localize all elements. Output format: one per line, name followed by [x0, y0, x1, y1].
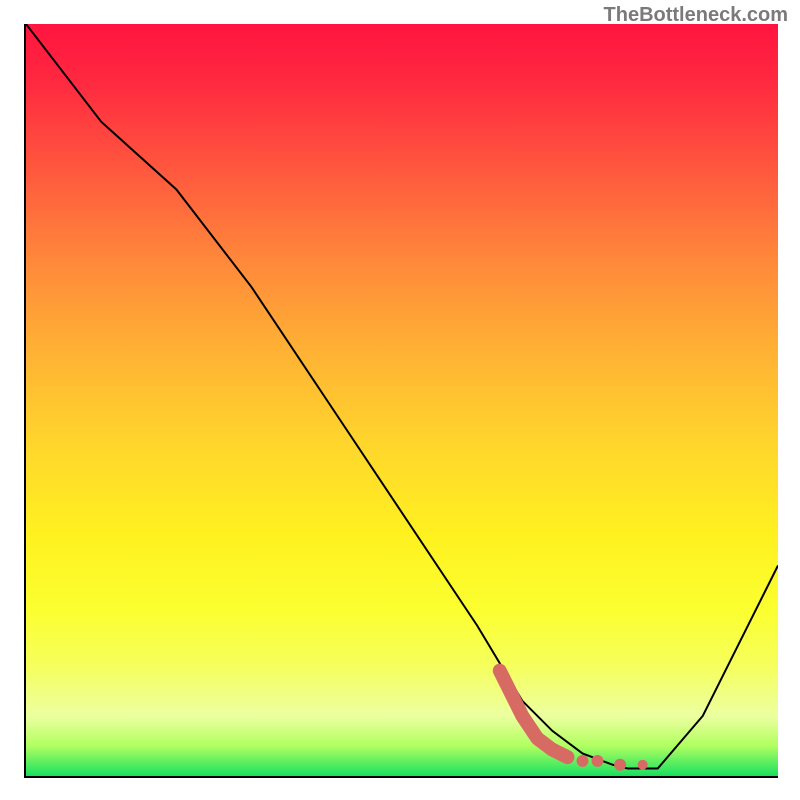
- chart-container: TheBottleneck.com: [0, 0, 800, 800]
- plot-area: [24, 24, 778, 778]
- chart-svg: [26, 24, 778, 776]
- watermark-text: TheBottleneck.com: [604, 4, 788, 27]
- curve-line: [26, 24, 778, 769]
- highlight-series: [500, 671, 648, 771]
